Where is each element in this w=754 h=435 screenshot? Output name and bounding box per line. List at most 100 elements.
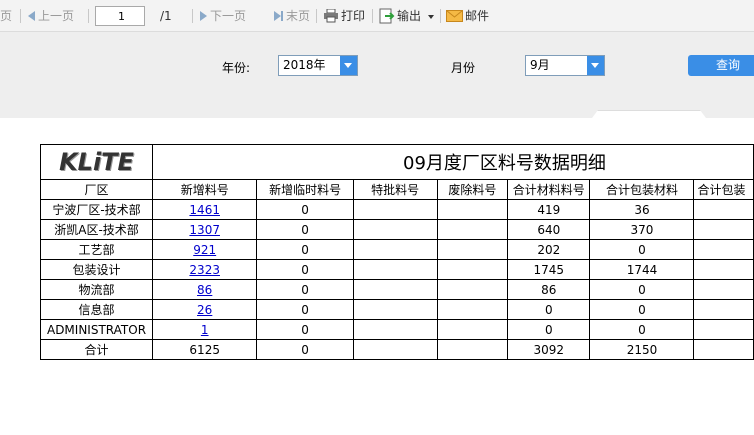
email-label: 邮件	[465, 9, 490, 23]
column-header: 新增临时料号	[256, 179, 354, 200]
column-header: 厂区	[39, 179, 154, 200]
plant-name-cell: 宁波厂区-技术部	[39, 199, 154, 220]
table-cell: 0	[589, 239, 695, 260]
plant-name-cell: 浙凯A区-技术部	[39, 219, 154, 240]
table-cell	[352, 319, 438, 340]
table-cell: 1	[152, 319, 258, 340]
table-cell: 26	[152, 299, 258, 320]
column-header: 新增料号	[152, 179, 258, 200]
query-panel	[0, 32, 754, 118]
toolbar-separator	[440, 9, 441, 23]
table-cell	[436, 199, 509, 220]
table-cell	[693, 279, 754, 300]
table-cell: 0	[507, 299, 591, 320]
table-cell: 3092	[507, 339, 591, 360]
company-logo: KLiTE	[59, 148, 134, 176]
prev-page-button[interactable]: 上一页	[28, 0, 74, 32]
export-icon	[379, 8, 395, 23]
page-number-input[interactable]	[95, 6, 145, 26]
table-cell: 370	[589, 219, 695, 240]
table-cell: 0	[256, 299, 354, 320]
month-select-value: 9月	[530, 58, 550, 72]
column-header: 合计包装	[693, 179, 754, 200]
first-page-button[interactable]: 页	[0, 0, 12, 32]
month-select[interactable]: 9月	[525, 55, 605, 76]
year-select[interactable]: 2018年	[278, 55, 358, 76]
new-part-count-link[interactable]: 1	[201, 323, 209, 337]
table-cell	[436, 219, 509, 240]
table-cell: 86	[152, 279, 258, 300]
new-part-count-link[interactable]: 26	[197, 303, 212, 317]
new-part-count-link[interactable]: 921	[193, 243, 216, 257]
plant-name-cell: 工艺部	[39, 239, 154, 260]
new-part-count-link[interactable]: 1307	[189, 223, 220, 237]
table-row: 工艺部 921 0 202 0	[39, 239, 754, 260]
column-header: 特批料号	[352, 179, 438, 200]
table-cell: 640	[507, 219, 591, 240]
table-cell: 0	[507, 319, 591, 340]
table-cell	[693, 339, 754, 360]
table-cell	[352, 219, 438, 240]
table-cell: 2323	[152, 259, 258, 280]
printer-icon	[324, 8, 338, 22]
table-cell: 6125	[152, 339, 258, 360]
table-row: 物流部 86 0 86 0	[39, 279, 754, 300]
panel-collapse-tab[interactable]	[592, 110, 706, 118]
table-cell: 0	[256, 219, 354, 240]
table-cell	[436, 339, 509, 360]
print-button[interactable]: 打印	[323, 0, 365, 32]
toolbar-separator	[88, 9, 89, 23]
table-cell	[352, 279, 438, 300]
total-row: 合计 6125 0 3092 2150	[39, 339, 754, 360]
table-row: 浙凯A区-技术部 1307 0 640 370	[39, 219, 754, 240]
column-header: 合计包装材料	[589, 179, 695, 200]
table-cell	[693, 219, 754, 240]
table-cell	[436, 279, 509, 300]
table-row: 信息部 26 0 0 0	[39, 299, 754, 320]
title-row: KLiTE 09月度厂区料号数据明细	[39, 144, 754, 180]
toolbar-separator	[316, 9, 317, 23]
next-page-label: 下一页	[210, 9, 247, 23]
year-select-value: 2018年	[283, 58, 326, 72]
report-area: KLiTE 09月度厂区料号数据明细 厂区 新增料号 新增临时料号 特批料号 废…	[0, 118, 754, 435]
next-page-button[interactable]: 下一页	[200, 0, 246, 32]
toolbar-separator	[20, 9, 21, 23]
plant-name-cell: ADMINISTRATOR	[39, 319, 154, 340]
new-part-count-link[interactable]: 1461	[189, 203, 220, 217]
report-title: 09月度厂区料号数据明细	[403, 153, 606, 174]
table-cell: 1745	[507, 259, 591, 280]
page-total: /1	[160, 9, 172, 23]
last-page-button[interactable]: 末页	[274, 0, 310, 32]
new-part-count-link[interactable]: 86	[197, 283, 212, 297]
table-cell: 1744	[589, 259, 695, 280]
email-button[interactable]: 邮件	[446, 0, 489, 32]
table-cell	[693, 259, 754, 280]
chevron-down-icon	[427, 14, 434, 19]
table-cell: 0	[256, 199, 354, 220]
query-button[interactable]: 查询	[688, 55, 754, 76]
table-cell	[352, 199, 438, 220]
total-label: 合计	[39, 339, 154, 360]
table-row: 包装设计 2323 0 1745 1744	[39, 259, 754, 280]
prev-page-label: 上一页	[38, 9, 75, 23]
new-part-count-link[interactable]: 2323	[189, 263, 220, 277]
chevron-down-icon[interactable]	[587, 56, 604, 75]
report-title-cell: 09月度厂区料号数据明细	[152, 144, 754, 180]
table-cell: 1307	[152, 219, 258, 240]
table-cell	[352, 259, 438, 280]
table-cell: 2150	[589, 339, 695, 360]
column-header: 废除料号	[436, 179, 509, 200]
toolbar-separator	[372, 9, 373, 23]
year-label: 年份:	[222, 61, 251, 75]
plant-name-cell: 信息部	[39, 299, 154, 320]
chevron-down-icon[interactable]	[340, 56, 357, 75]
export-label: 输出	[397, 9, 422, 23]
table-row: ADMINISTRATOR 1 0 0 0	[39, 319, 754, 340]
export-button[interactable]: 输出	[379, 0, 434, 32]
table-cell: 36	[589, 199, 695, 220]
print-label: 打印	[341, 9, 366, 23]
table-cell	[693, 199, 754, 220]
table-cell	[693, 319, 754, 340]
plant-name-cell: 包装设计	[39, 259, 154, 280]
table-cell	[352, 299, 438, 320]
